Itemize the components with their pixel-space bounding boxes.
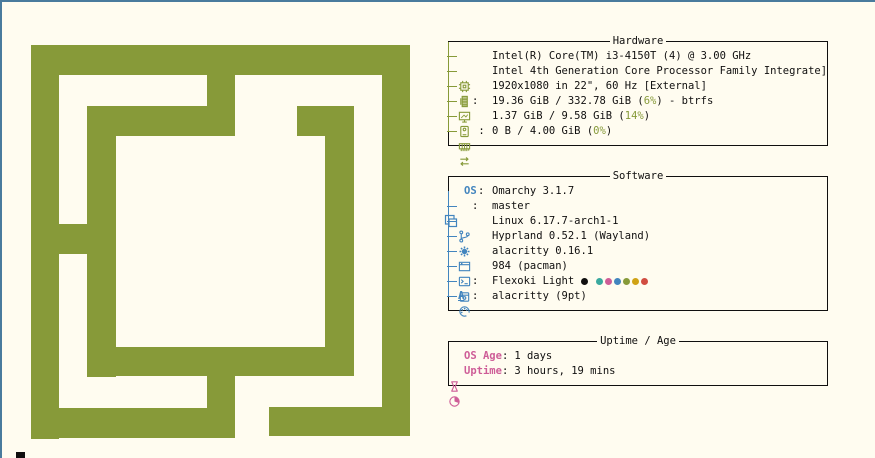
software-row-kernel: Linux 6.17.7-arch1-1: [448, 214, 826, 229]
font-value: alacritty (9pt): [492, 289, 587, 304]
os-icon: [444, 184, 458, 198]
packages-value: 984 (pacman): [492, 259, 568, 274]
kernel-value: Linux 6.17.7-arch1-1: [492, 214, 618, 229]
uptime-label: Uptime: [464, 364, 502, 379]
tree-branch: [447, 281, 457, 282]
clock-icon: [448, 365, 461, 378]
theme-color-dots: [581, 275, 650, 287]
tree-branch: [447, 266, 457, 267]
tree-branch-end: [447, 131, 457, 132]
hardware-section-title: Hardware: [610, 34, 667, 49]
tree-branch: [447, 251, 457, 252]
software-row-git-branch: : master: [448, 199, 826, 214]
hardware-row-cpu: Intel(R) Core(TM) i3-4150T (4) @ 3.00 GH…: [448, 49, 826, 64]
theme-dot: [632, 278, 639, 285]
theme-dot: [596, 278, 603, 285]
software-section-title: Software: [610, 169, 667, 184]
memory-value: 1.37 GiB / 9.58 GiB (14%): [492, 109, 650, 124]
uptime-value: 3 hours, 19 mins: [508, 364, 615, 379]
uptime-row-uptime: Uptime : 3 hours, 19 mins: [448, 364, 826, 379]
display-icon: [458, 80, 471, 93]
swap-value: 0 B / 4.00 GiB (0%): [492, 124, 612, 139]
tree-branch-end: [447, 296, 457, 297]
hardware-row-gpu: Intel 4th Generation Core Processor Fami…: [448, 64, 826, 79]
wm-value: Hyprland 0.52.1 (Wayland): [492, 229, 650, 244]
memory-icon: [458, 110, 471, 123]
cpu-icon: [458, 50, 471, 63]
os-age-value: 1 days: [508, 349, 552, 364]
hardware-row-swap: : 0 B / 4.00 GiB (0%): [448, 124, 826, 139]
omarchy-logo: [2, 2, 442, 458]
hardware-row-memory: 1.37 GiB / 9.58 GiB (14%): [448, 109, 826, 124]
tree-branch: [447, 116, 457, 117]
theme-dot: [605, 278, 612, 285]
tree-branch: [447, 206, 457, 207]
theme-dot: [623, 278, 630, 285]
software-row-font: A : alacritty (9pt): [448, 289, 826, 304]
git-branch-value: master: [492, 199, 530, 214]
hardware-row-display: 1920x1080 in 22", 60 Hz [External]: [448, 79, 826, 94]
disk-icon: [458, 95, 471, 108]
theme-dot: [641, 278, 648, 285]
theme-value: Flexoki Light: [492, 274, 650, 289]
gpu-value: Intel 4th Generation Core Processor Fami…: [492, 64, 827, 79]
font-icon: A: [458, 289, 464, 304]
tree-branch: [447, 101, 457, 102]
software-row-terminal: alacritty 0.16.1: [448, 244, 826, 259]
terminal-window[interactable]: Hardware Intel(R) Core(TM) i3-4150T (4) …: [0, 0, 875, 458]
window-icon: [458, 230, 471, 243]
os-label: OS: [464, 184, 477, 199]
theme-dot: [581, 278, 588, 285]
software-row-packages: 984 (pacman): [448, 259, 826, 274]
os-value: Omarchy 3.1.7: [492, 184, 574, 199]
theme-dot: [614, 278, 621, 285]
tree-branch: [447, 236, 457, 237]
package-icon: [458, 260, 471, 273]
cpu-value: Intel(R) Core(TM) i3-4150T (4) @ 3.00 GH…: [492, 49, 751, 64]
hardware-row-disk: : 19.36 GiB / 332.78 GiB (6%) - btrfs: [448, 94, 826, 109]
terminal-cursor[interactable]: [16, 452, 25, 458]
tree-branch: [447, 71, 457, 72]
gear-icon: [458, 215, 471, 228]
os-age-label: OS Age: [464, 349, 502, 364]
git-branch-icon: [458, 200, 471, 213]
software-row-os: OS : Omarchy 3.1.7: [448, 184, 826, 199]
tree-branch: [447, 56, 457, 57]
uptime-section-title: Uptime / Age: [597, 334, 679, 349]
software-row-wm: Hyprland 0.52.1 (Wayland): [448, 229, 826, 244]
terminal-icon: [458, 245, 471, 258]
hourglass-icon: [448, 350, 461, 363]
display-value: 1920x1080 in 22", 60 Hz [External]: [492, 79, 707, 94]
tree-branch: [447, 86, 457, 87]
software-row-theme: : Flexoki Light: [448, 274, 826, 289]
palette-icon: [458, 275, 471, 288]
terminal-value: alacritty 0.16.1: [492, 244, 593, 259]
gpu-icon: [458, 65, 471, 78]
swap-icon: [458, 125, 471, 138]
uptime-row-os-age: OS Age : 1 days: [448, 349, 826, 364]
disk-value: 19.36 GiB / 332.78 GiB (6%) - btrfs: [492, 94, 713, 109]
tree-branch: [447, 221, 457, 222]
